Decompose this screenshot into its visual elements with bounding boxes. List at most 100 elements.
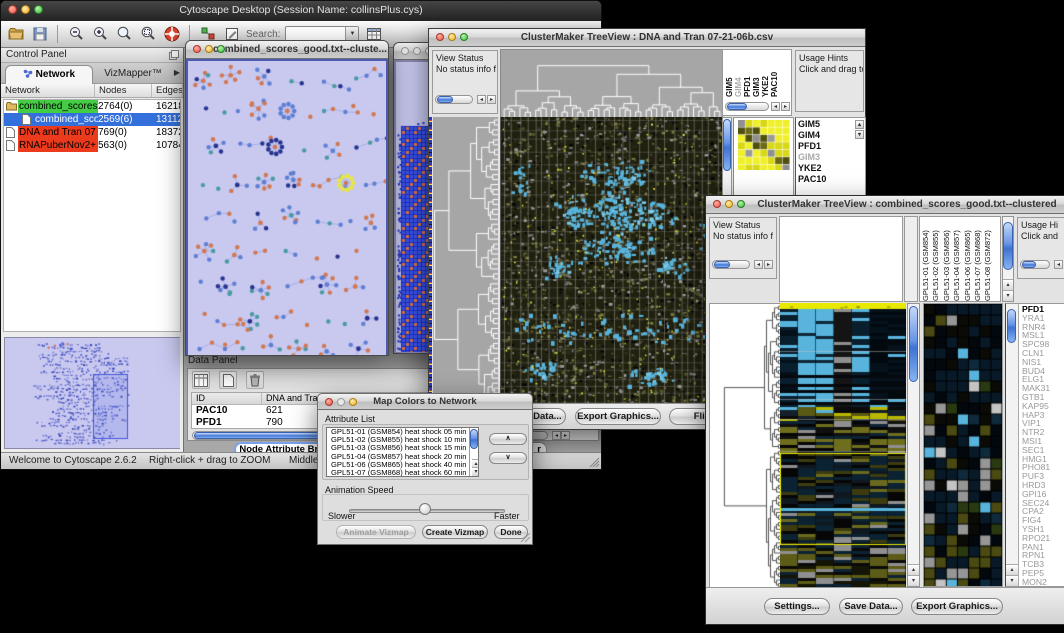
zoom-selected-icon[interactable] (138, 25, 157, 44)
expression-heatmap-canvas[interactable] (780, 303, 906, 587)
minimize-button[interactable] (21, 5, 30, 14)
network-overview-panel[interactable] (4, 337, 180, 449)
close-button[interactable] (193, 45, 201, 53)
network1-viewport[interactable] (186, 59, 388, 355)
scroll-down-icon[interactable]: ▾ (908, 575, 919, 586)
scroll-right-icon[interactable]: ▸ (781, 102, 790, 111)
mini-hscrollbar[interactable] (725, 102, 769, 111)
column-dendrogram-panel[interactable] (779, 216, 903, 302)
minimize-button[interactable] (448, 33, 456, 41)
scroll-left-icon[interactable]: ◂ (477, 95, 486, 104)
view-status-scrollbar[interactable] (435, 95, 473, 104)
tab-network[interactable]: Network (5, 65, 93, 84)
scroll-left-icon[interactable]: ◂ (552, 431, 561, 440)
row-label[interactable]: YKE2 (798, 163, 865, 174)
gene-list-vscrollbar[interactable]: ▴ ▾ (1006, 304, 1019, 586)
save-data-button[interactable]: Save Data... (839, 598, 903, 615)
scroll-up-icon[interactable]: ▴ (908, 564, 919, 575)
main-titlebar[interactable]: Cytoscape Desktop (Session Name: collins… (1, 1, 601, 21)
save-icon[interactable] (30, 25, 49, 44)
export-graphics-button[interactable]: Export Graphics... (575, 408, 661, 425)
window-controls (193, 45, 225, 53)
gene-value: 790 (262, 417, 283, 429)
row-dendrogram-canvas[interactable] (709, 303, 781, 589)
close-button[interactable] (713, 200, 721, 208)
row-label[interactable]: GIM3 (798, 152, 865, 163)
row-label[interactable]: PAC10 (798, 174, 865, 185)
network-list-row[interactable]: DNA and Tran 07 769(0) 183728(0) (4, 126, 180, 139)
scroll-down-icon[interactable]: ▾ (1006, 575, 1018, 586)
dialog-titlebar[interactable]: Map Colors to Network (318, 394, 532, 410)
scroll-down-icon[interactable]: ▾ (472, 467, 479, 476)
minimize-button[interactable] (337, 398, 345, 406)
delete-attribute-icon[interactable] (246, 371, 264, 389)
network1-canvas[interactable] (188, 61, 386, 355)
speed-slider-thumb[interactable] (419, 503, 431, 515)
minimize-button[interactable] (413, 47, 421, 55)
animate-vizmap-button[interactable]: Animate Vizmap (336, 525, 416, 539)
treeview1-titlebar[interactable]: ClusterMaker TreeView : DNA and Tran 07-… (429, 29, 865, 47)
zoom-button[interactable] (34, 5, 43, 14)
overview-canvas[interactable] (5, 338, 180, 448)
network1-titlebar[interactable]: combined_scores_good.txt--cluste... (186, 41, 388, 59)
more-tabs-icon[interactable]: ▶ (174, 68, 180, 77)
gene-label[interactable]: MON2 (1022, 578, 1050, 587)
select-attributes-icon[interactable] (192, 371, 210, 389)
attribute-list-vscrollbar[interactable]: ▴ ▾ (469, 428, 478, 476)
attribute-list[interactable]: GPL51-01 (GSM854) heat shock 05 minGPL51… (326, 427, 479, 477)
scroll-left-icon[interactable]: ◂ (754, 260, 763, 269)
network-list-row[interactable]: combined_scores 2764(0) 16218(0) (4, 100, 180, 113)
network-list-row[interactable]: RNAPuberNov2+ 563(0) 107847(0) (4, 139, 180, 152)
similarity-heatmap-canvas[interactable] (500, 117, 722, 405)
scroll-right-icon[interactable]: ▸ (764, 260, 773, 269)
usage-scrollbar[interactable] (1020, 260, 1050, 269)
close-button[interactable] (401, 47, 409, 55)
scroll-right-icon[interactable]: ▸ (487, 95, 496, 104)
create-vizmap-button[interactable]: Create Vizmap (422, 525, 488, 539)
move-down-button[interactable]: ∨ (489, 452, 527, 464)
labels-vscrollbar[interactable]: ▴ ▾ (1002, 216, 1014, 302)
cluster-matrix-canvas[interactable] (738, 120, 790, 170)
zoom-button[interactable] (217, 45, 225, 53)
attribute-item[interactable]: GPL51-07 (GSM868) heat shock 60 min (329, 469, 478, 477)
resize-grip-icon[interactable] (588, 456, 600, 468)
column-dendrogram-canvas[interactable] (500, 49, 723, 118)
tab-vizmapper[interactable]: VizMapper™ (95, 65, 171, 84)
row-dendrogram-canvas[interactable] (433, 117, 498, 405)
scroll-left-icon[interactable]: ◂ (771, 102, 780, 111)
close-button[interactable] (8, 5, 17, 14)
view-status-scrollbar[interactable] (712, 260, 750, 269)
treeview2-titlebar[interactable]: ClusterMaker TreeView : combined_scores_… (706, 196, 1064, 214)
combo-arrow-icon[interactable]: ▼ (345, 27, 358, 41)
scroll-down-icon[interactable]: ▾ (855, 130, 864, 139)
network-list-row[interactable]: combined_sco 2569(6) 13112(15) (4, 113, 180, 126)
zoom-out-icon[interactable] (66, 25, 85, 44)
view-status-panel: View Status No status info f ◂ ▸ (709, 217, 777, 279)
help-lifering-icon[interactable] (162, 25, 181, 44)
new-attribute-icon[interactable] (219, 371, 237, 389)
scroll-left-icon[interactable]: ◂ (1054, 260, 1063, 269)
zoom-button[interactable] (349, 398, 357, 406)
scroll-down-icon[interactable]: ▾ (1003, 290, 1013, 301)
resize-grip-icon[interactable] (519, 531, 531, 543)
zoom-button[interactable] (737, 200, 745, 208)
row-label[interactable]: PFD1 (798, 141, 865, 152)
minimize-button[interactable] (725, 200, 733, 208)
close-button[interactable] (325, 398, 333, 406)
scroll-up-icon[interactable]: ▴ (1006, 564, 1018, 575)
zoomed-heatmap-canvas[interactable] (923, 303, 1003, 587)
scroll-up-icon[interactable]: ▴ (855, 120, 864, 129)
scroll-right-icon[interactable]: ▸ (561, 431, 570, 440)
network-list: combined_scores 2764(0) 16218(0) combine… (3, 99, 181, 332)
open-folder-icon[interactable] (6, 25, 25, 44)
export-graphics-button[interactable]: Export Graphics... (911, 598, 1003, 615)
minimize-button[interactable] (205, 45, 213, 53)
zoom-button[interactable] (460, 33, 468, 41)
scroll-up-icon[interactable]: ▴ (1003, 279, 1013, 290)
move-up-button[interactable]: ∧ (489, 433, 527, 445)
heatmap-vscrollbar[interactable]: ▴ ▾ (907, 303, 920, 587)
close-button[interactable] (436, 33, 444, 41)
zoom-fit-icon[interactable] (114, 25, 133, 44)
zoom-in-icon[interactable] (90, 25, 109, 44)
settings-button[interactable]: Settings... (764, 598, 830, 615)
